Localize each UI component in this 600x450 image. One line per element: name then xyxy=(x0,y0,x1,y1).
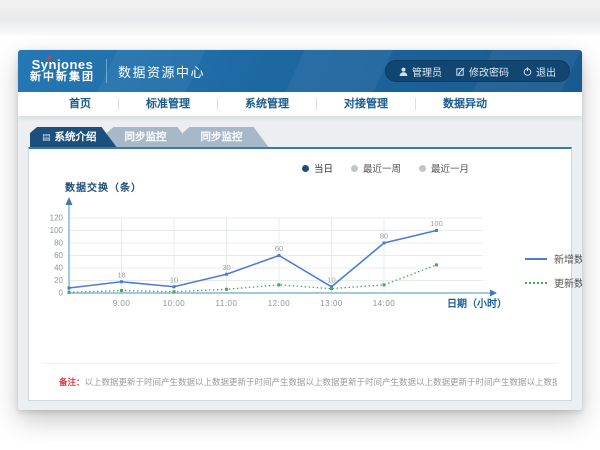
legend-label: 更新数据 xyxy=(554,275,582,290)
nav-item-data-change[interactable]: 数据异动 xyxy=(415,98,514,110)
footnote-prefix: 备注： xyxy=(59,377,85,387)
chart-row: 0 20 40 60 80 100 120 9:00 10:00 11:00 12:00 13:00 1… xyxy=(35,193,582,321)
tab-label: 同步监控 xyxy=(201,131,243,143)
app-title: 数据资源中心 xyxy=(118,62,205,81)
logo: Synjones 新中新集团 xyxy=(30,58,95,83)
logo-letters: njones xyxy=(49,57,94,72)
tab-system-intro[interactable]: ▤ 系统介绍 xyxy=(30,127,117,147)
nav-item-standard-mgmt[interactable]: 标准管理 xyxy=(118,98,217,110)
point-label: 18 xyxy=(117,270,125,279)
filter-option-last-month[interactable]: 最近一月 xyxy=(419,161,469,175)
nav-item-system-mgmt[interactable]: 系统管理 xyxy=(217,98,316,110)
filter-label: 最近一周 xyxy=(363,161,401,175)
data-point xyxy=(173,290,176,293)
data-point xyxy=(278,283,281,286)
page-top-band xyxy=(0,0,600,36)
data-point xyxy=(225,288,228,291)
x-tick-label: 10:00 xyxy=(163,299,186,308)
y-tick-label: 20 xyxy=(54,276,63,285)
filter-option-today[interactable]: 当日 xyxy=(302,161,333,175)
user-icon xyxy=(399,67,408,76)
data-point xyxy=(120,280,123,283)
data-point xyxy=(435,263,438,266)
y-tick-label: 0 xyxy=(59,289,64,298)
data-point xyxy=(173,285,176,288)
y-tick-label: 40 xyxy=(54,264,63,273)
nav-item-integration-mgmt[interactable]: 对接管理 xyxy=(316,98,415,110)
y-tick-label: 60 xyxy=(54,251,63,260)
logo-wordmark: Synjones xyxy=(30,58,95,72)
current-user-label: 管理员 xyxy=(412,64,442,79)
footnote: 备注：以上数据更新于时间产生数据以上数据更新于时间产生数据以上数据更新于时间产生… xyxy=(43,363,557,388)
data-point xyxy=(120,289,123,292)
chart-panel: 当日 最近一周 最近一月 数据交换（条） 0 20 40 60 80 100 120 9:00… xyxy=(28,147,572,401)
legend-item-updated-data[interactable]: 更新数据 xyxy=(525,275,582,290)
data-point xyxy=(278,254,281,257)
point-label: 10 xyxy=(170,275,178,284)
tab-sync-monitor-1[interactable]: 同步监控 xyxy=(107,127,193,147)
data-point xyxy=(225,273,228,276)
current-user-button[interactable]: 管理员 xyxy=(399,64,442,79)
point-label: 60 xyxy=(275,244,283,253)
main-nav: 首页 标准管理 系统管理 对接管理 数据异动 xyxy=(18,92,582,117)
x-tick-label: 12:00 xyxy=(268,299,291,308)
change-password-label: 修改密码 xyxy=(469,64,509,79)
point-label: 80 xyxy=(380,232,388,241)
range-filter-group: 当日 最近一周 最近一月 xyxy=(29,149,571,175)
y-axis-arrow xyxy=(66,197,73,205)
app-header: Synjones 新中新集团 数据资源中心 管理员 修改密码 xyxy=(18,50,582,92)
nav-item-home[interactable]: 首页 xyxy=(42,98,118,110)
y-tick-label: 100 xyxy=(50,226,64,235)
point-label: 30 xyxy=(222,263,230,272)
edit-icon xyxy=(456,67,465,76)
data-point xyxy=(435,229,438,232)
logo-letter: S xyxy=(32,57,41,72)
filter-label: 当日 xyxy=(314,161,333,175)
x-tick-label: 14:00 xyxy=(373,299,396,308)
app-window: Synjones 新中新集团 数据资源中心 管理员 修改密码 xyxy=(18,50,582,410)
tab-label: 同步监控 xyxy=(125,131,167,143)
data-point xyxy=(68,291,71,294)
logo-red-accent: y xyxy=(41,57,49,72)
x-tick-label: 11:00 xyxy=(216,299,238,308)
radio-icon xyxy=(351,165,358,172)
exchange-line-chart: 0 20 40 60 80 100 120 9:00 10:00 11:00 12:00 13:00 1… xyxy=(35,193,521,321)
data-point xyxy=(330,287,333,290)
x-axis-arrow xyxy=(490,290,497,297)
point-label: 100 xyxy=(430,219,443,228)
user-toolbar: 管理员 修改密码 退出 xyxy=(385,60,570,82)
tab-bar: ▤ 系统介绍 同步监控 同步监控 xyxy=(30,127,572,147)
legend-label: 新增数据 xyxy=(554,251,582,266)
data-point xyxy=(383,242,386,245)
logout-label: 退出 xyxy=(536,64,556,79)
filter-option-last-week[interactable]: 最近一周 xyxy=(351,161,401,175)
filter-label: 最近一月 xyxy=(431,161,469,175)
header-divider xyxy=(106,59,107,83)
content-area: ▤ 系统介绍 同步监控 同步监控 当日 最近一周 最近一月 数据交换（条） 0 20… xyxy=(18,117,582,401)
tab-label: 系统介绍 xyxy=(55,131,97,143)
y-tick-label: 120 xyxy=(50,214,64,223)
data-point xyxy=(383,283,386,286)
y-axis-title: 数据交换（条） xyxy=(65,179,142,194)
radio-icon xyxy=(419,165,426,172)
logo-company-name: 新中新集团 xyxy=(30,72,95,84)
tab-sync-monitor-2[interactable]: 同步监控 xyxy=(183,127,269,147)
point-label: 10 xyxy=(327,275,335,284)
logout-button[interactable]: 退出 xyxy=(523,64,556,79)
footnote-text: 以上数据更新于时间产生数据以上数据更新于时间产生数据以上数据更新于时间产生数据以… xyxy=(85,377,557,387)
power-icon xyxy=(523,67,532,76)
x-tick-label: 13:00 xyxy=(320,299,343,308)
dotted-line-swatch xyxy=(525,282,547,284)
y-tick-label: 80 xyxy=(54,239,63,248)
legend-item-new-data[interactable]: 新增数据 xyxy=(525,251,582,266)
change-password-button[interactable]: 修改密码 xyxy=(456,64,509,79)
data-point xyxy=(68,287,71,290)
page: Synjones 新中新集团 数据资源中心 管理员 修改密码 xyxy=(0,0,600,450)
chart-legend: 新增数据 更新数据 xyxy=(525,251,582,321)
radio-icon xyxy=(302,165,309,172)
x-tick-label: 9:00 xyxy=(113,299,131,308)
document-icon: ▤ xyxy=(42,132,51,142)
solid-line-swatch xyxy=(525,258,547,260)
x-axis-title: 日期（小时） xyxy=(447,297,507,310)
